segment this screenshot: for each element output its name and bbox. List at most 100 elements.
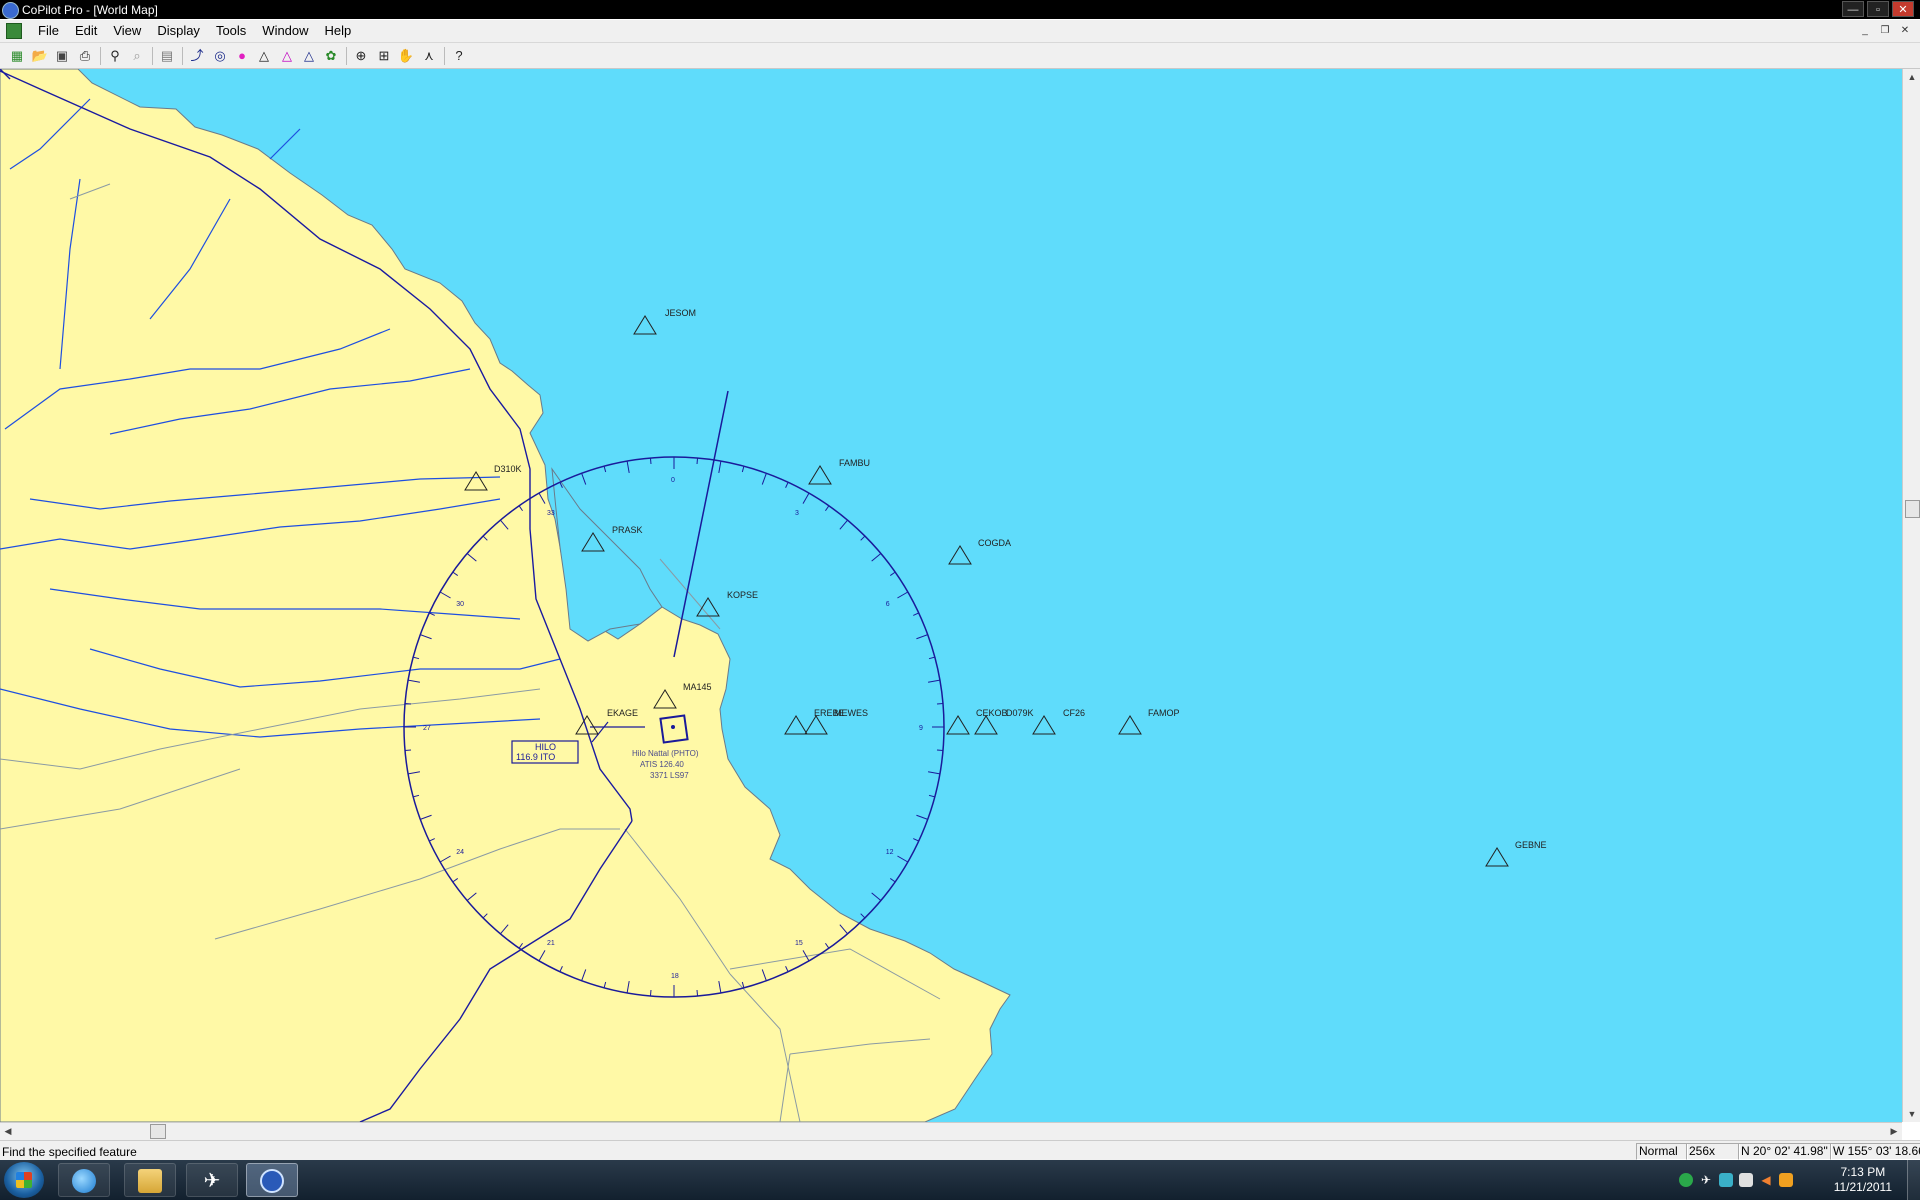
compass-tick	[825, 505, 830, 512]
scroll-down-icon[interactable]: ▼	[1903, 1106, 1920, 1122]
tray-network-icon[interactable]	[1719, 1173, 1733, 1187]
waypoint-fambu[interactable]: FAMBU	[808, 458, 870, 485]
world-map-canvas[interactable]: 0 3 6 9 12 15 18 21 24 27 30 33 JESOM FAMBU D310K PRAS…	[0, 69, 1902, 1122]
child-close-button[interactable]: ✕	[1896, 23, 1914, 38]
pan-icon[interactable]: ✋	[397, 47, 415, 65]
compass-tick	[761, 473, 767, 485]
compass-tick	[936, 702, 944, 705]
measure-icon[interactable]: ⋏	[420, 47, 438, 65]
print-icon[interactable]: ⎙	[76, 47, 94, 65]
status-mode: Normal	[1636, 1143, 1688, 1160]
hilo-bay	[551, 467, 663, 642]
waypoint-cf26[interactable]: CF26	[1032, 708, 1085, 735]
close-button[interactable]: ✕	[1892, 1, 1914, 17]
status-latitude: N 20° 02' 41.98"	[1738, 1143, 1832, 1160]
triangle-magenta-icon[interactable]: △	[278, 47, 296, 65]
menu-help[interactable]: Help	[317, 23, 360, 38]
taskbar-ie[interactable]	[58, 1163, 110, 1197]
menu-view[interactable]: View	[105, 23, 149, 38]
scroll-right-icon[interactable]: ▶	[1886, 1123, 1902, 1140]
waypoint-gebne[interactable]: GEBNE	[1485, 840, 1547, 867]
menu-window[interactable]: Window	[254, 23, 316, 38]
compass-icon[interactable]: ◎	[211, 47, 229, 65]
waypoint-cogda[interactable]: COGDA	[948, 538, 1011, 565]
title-bar: CoPilot Pro - [World Map] — ▫ ✕	[0, 0, 1920, 19]
triangle-icon[interactable]: △	[255, 47, 273, 65]
compass-label: 9	[919, 725, 923, 732]
start-button[interactable]	[4, 1162, 44, 1198]
vor-name: HILO	[535, 742, 556, 752]
compass-tick	[839, 519, 848, 530]
compass-tick	[897, 855, 909, 863]
open-icon[interactable]: 📂	[31, 47, 49, 65]
menu-edit[interactable]: Edit	[67, 23, 105, 38]
menu-display[interactable]: Display	[149, 23, 208, 38]
taskbar-explorer[interactable]	[124, 1163, 176, 1197]
tray-volume-icon[interactable]: ◀	[1759, 1173, 1773, 1187]
waypoint-label: FAMBU	[839, 458, 870, 468]
waypoint-triangle-icon	[946, 715, 970, 735]
vor-icon[interactable]: ●	[233, 47, 251, 65]
child-minimize-button[interactable]: _	[1856, 23, 1874, 38]
triangle-blue-icon[interactable]: △	[300, 47, 318, 65]
land-mass	[0, 69, 1011, 1122]
menu-file[interactable]: File	[30, 23, 67, 38]
menu-tools[interactable]: Tools	[208, 23, 254, 38]
save-icon[interactable]: ▣	[53, 47, 71, 65]
compass-tick	[649, 457, 652, 465]
airplane-icon: ✈	[203, 1170, 221, 1192]
new-map-icon[interactable]: ▦	[8, 47, 26, 65]
zoom-find-icon[interactable]: ⌕	[128, 47, 146, 65]
grid-icon[interactable]: ▤	[158, 47, 176, 65]
waypoint-triangle-icon	[633, 315, 657, 335]
compass-tick	[785, 482, 789, 488]
toolbar: ▦ 📂 ▣ ⎙ ⚲ ⌕ ▤ ⤴ ◎ ● △ △ △ ✿ ⊕ ⊞ ✋ ⋏ ?	[0, 43, 1920, 69]
compass-tick	[696, 989, 699, 997]
map-svg[interactable]: 0 3 6 9 12 15 18 21 24 27 30 33 JESOM FAMBU D310K PRAS…	[0, 69, 1902, 1122]
waypoint-triangle-icon	[974, 715, 998, 735]
route-icon[interactable]: ⤴	[188, 47, 206, 65]
document-icon[interactable]	[6, 23, 22, 39]
minimize-button[interactable]: —	[1842, 1, 1864, 17]
waypoint-label: JESOM	[665, 308, 696, 318]
show-desktop-button[interactable]	[1907, 1160, 1920, 1200]
compass-tick	[741, 466, 745, 473]
waypoint-label: MA145	[683, 682, 712, 692]
child-restore-button[interactable]: ❐	[1876, 23, 1894, 38]
tray-app-icon[interactable]	[1679, 1173, 1693, 1187]
tray-plane-icon[interactable]: ✈	[1699, 1173, 1713, 1187]
vertical-scroll-thumb[interactable]	[1905, 500, 1920, 518]
waypoint-famop[interactable]: FAMOP	[1118, 708, 1180, 735]
compass-tick	[913, 838, 919, 842]
zoom-box-icon[interactable]: ⊞	[375, 47, 393, 65]
copilot-compass-icon	[260, 1169, 284, 1193]
clock[interactable]: 7:13 PM 11/21/2011	[1834, 1165, 1892, 1195]
scroll-left-icon[interactable]: ◀	[0, 1123, 16, 1140]
tray-device-icon[interactable]	[1739, 1173, 1753, 1187]
compass-label: 6	[886, 601, 890, 608]
compass-tick	[889, 878, 896, 883]
waypoint-label: MEWES	[834, 708, 868, 718]
help-icon[interactable]: ?	[450, 47, 468, 65]
horizontal-scroll-thumb[interactable]	[150, 1124, 166, 1139]
taskbar: ✈ ✈ ◀ 7:13 PM 11/21/2011	[0, 1160, 1920, 1200]
waypoint-triangle-icon	[808, 465, 832, 485]
maximize-button[interactable]: ▫	[1867, 1, 1889, 17]
tray-security-icon[interactable]	[1779, 1173, 1793, 1187]
vor-box[interactable]: HILO 116.9 ITO	[511, 740, 579, 764]
ndb-icon[interactable]: ✿	[322, 47, 340, 65]
compass-label: 3	[795, 510, 799, 517]
taskbar-copilot-splash[interactable]: ✈	[186, 1163, 238, 1197]
waypoint-jesom[interactable]: JESOM	[633, 308, 696, 335]
vertical-scrollbar[interactable]: ▲ ▼	[1902, 69, 1920, 1122]
horizontal-scrollbar[interactable]: ◀ ▶	[0, 1122, 1902, 1140]
compass-tick	[802, 492, 810, 504]
status-bar: Find the specified feature Normal 256x N…	[0, 1140, 1920, 1161]
app-icon	[2, 2, 19, 19]
scroll-up-icon[interactable]: ▲	[1903, 69, 1920, 85]
taskbar-copilot-pro[interactable]	[246, 1163, 298, 1197]
waypoint-triangle-icon	[784, 715, 808, 735]
zoom-in-icon[interactable]: ⊕	[352, 47, 370, 65]
compass-tick	[718, 461, 722, 474]
find-icon[interactable]: ⚲	[106, 47, 124, 65]
